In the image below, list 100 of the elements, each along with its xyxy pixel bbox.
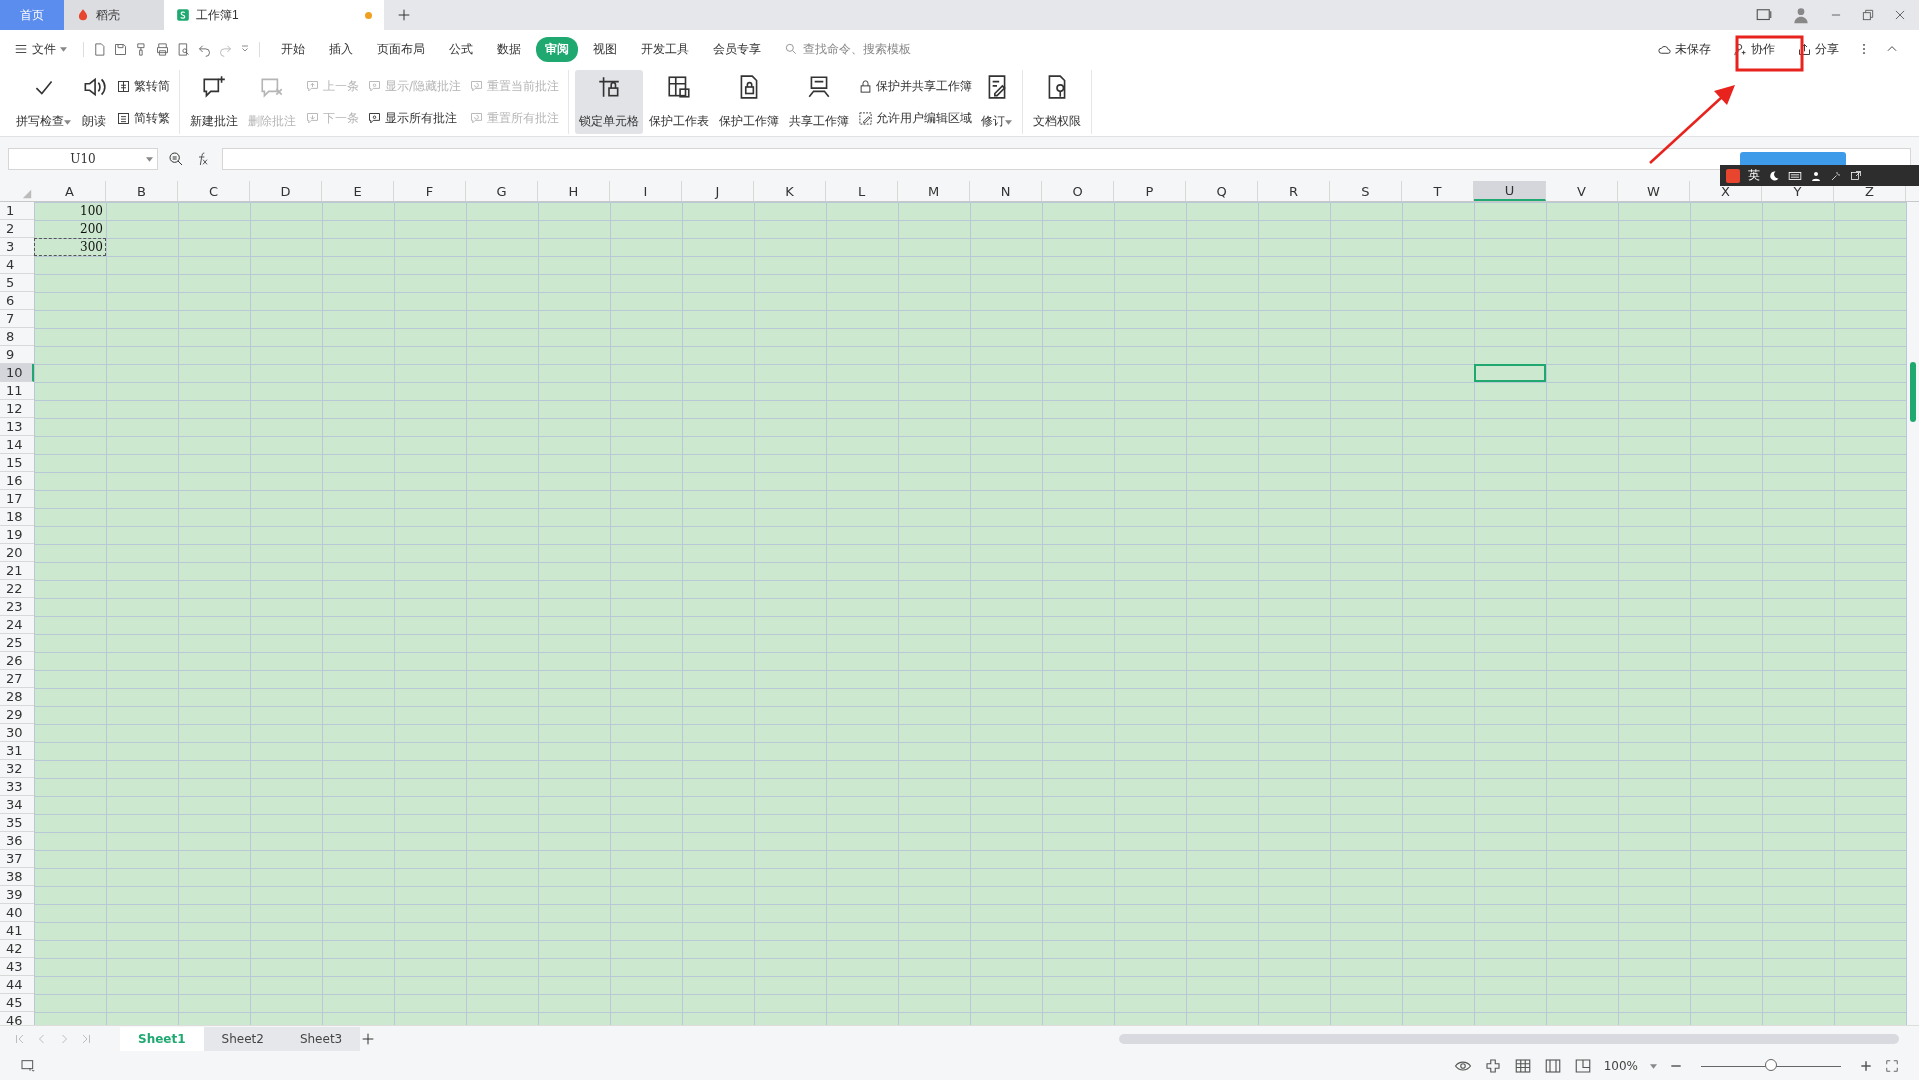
row-header[interactable]: 43: [0, 958, 34, 976]
column-header[interactable]: Q: [1186, 181, 1258, 201]
row-header[interactable]: 45: [0, 994, 34, 1012]
ribbon-tab[interactable]: 会员专享: [704, 36, 770, 62]
row-header[interactable]: 36: [0, 832, 34, 850]
ribbon-button[interactable]: 保护工作表: [645, 70, 714, 134]
row-header[interactable]: 20: [0, 544, 34, 562]
ribbon-button[interactable]: 共享工作簿: [785, 70, 854, 134]
name-box[interactable]: U10: [8, 148, 158, 170]
row-header[interactable]: 38: [0, 868, 34, 886]
moon-icon[interactable]: [1768, 169, 1780, 182]
row-header[interactable]: 28: [0, 688, 34, 706]
external-icon[interactable]: [1850, 169, 1862, 182]
row-header[interactable]: 29: [0, 706, 34, 724]
row-header[interactable]: 11: [0, 382, 34, 400]
row-header[interactable]: 24: [0, 616, 34, 634]
horizontal-scrollbar[interactable]: [1119, 1034, 1899, 1044]
floating-button[interactable]: [1740, 152, 1846, 166]
row-header[interactable]: 9: [0, 346, 34, 364]
column-header[interactable]: V: [1546, 181, 1618, 201]
row-header[interactable]: 13: [0, 418, 34, 436]
column-header[interactable]: N: [970, 181, 1042, 201]
row-header[interactable]: 39: [0, 886, 34, 904]
ribbon-tab[interactable]: 开发工具: [632, 36, 698, 62]
column-header[interactable]: K: [754, 181, 826, 201]
row-header[interactable]: 15: [0, 454, 34, 472]
ribbon-button[interactable]: 允许用户编辑区域: [855, 107, 976, 129]
cell-grid[interactable]: 1 100 2 200 3 300 4 5 6 7 8 9 10 11 12 13 14 15 16 17 18 19 20 21 22 23 24 25 26 27 28 29 30 31 32 33 34 35 36 37 38 39 40 41 42 43 44 45 46: [0, 202, 1907, 1025]
row-header[interactable]: 5: [0, 274, 34, 292]
column-header[interactable]: B: [106, 181, 178, 201]
column-header[interactable]: D: [250, 181, 322, 201]
close-icon[interactable]: [1893, 8, 1907, 22]
row-header[interactable]: 1: [0, 202, 34, 220]
ribbon-tab[interactable]: 公式: [440, 36, 482, 62]
cross-icon[interactable]: [1483, 1057, 1502, 1075]
column-header[interactable]: H: [538, 181, 610, 201]
row-header[interactable]: 12: [0, 400, 34, 418]
ribbon-tab[interactable]: 插入: [320, 36, 362, 62]
row-header[interactable]: 32: [0, 760, 34, 778]
zoom-icon[interactable]: [168, 151, 184, 167]
user-icon[interactable]: [1810, 169, 1822, 182]
column-header[interactable]: P: [1114, 181, 1186, 201]
ribbon-button[interactable]: 朗读: [77, 70, 111, 134]
column-header[interactable]: J: [682, 181, 754, 201]
column-header[interactable]: U: [1474, 181, 1546, 201]
row-header[interactable]: 6: [0, 292, 34, 310]
column-header[interactable]: W: [1618, 181, 1690, 201]
search-field[interactable]: 查找命令、搜索模板: [784, 41, 945, 57]
row-header[interactable]: 41: [0, 922, 34, 940]
row-header[interactable]: 27: [0, 670, 34, 688]
wrench-icon[interactable]: [1830, 169, 1842, 182]
column-header[interactable]: E: [322, 181, 394, 201]
row-header[interactable]: 10: [0, 364, 34, 382]
row-header[interactable]: 18: [0, 508, 34, 526]
print-preview-icon[interactable]: [176, 41, 191, 57]
new-tab-icon[interactable]: [396, 7, 412, 23]
sheet-tab[interactable]: Sheet2: [203, 1027, 282, 1051]
row-header[interactable]: 2: [0, 220, 34, 238]
page-break-icon[interactable]: [1573, 1057, 1592, 1075]
ribbon-button[interactable]: 保护工作簿: [715, 70, 784, 134]
row-header[interactable]: 23: [0, 598, 34, 616]
row-header[interactable]: 40: [0, 904, 34, 922]
print-icon[interactable]: [155, 41, 170, 57]
ribbon-button[interactable]: 修订: [977, 70, 1017, 134]
ribbon-button[interactable]: 保护并共享工作簿: [855, 75, 976, 97]
row-header[interactable]: 44: [0, 976, 34, 994]
ribbon-button[interactable]: 锁定单元格: [575, 70, 644, 134]
ribbon-tab[interactable]: 数据: [488, 36, 530, 62]
row-header[interactable]: 26: [0, 652, 34, 670]
row-header[interactable]: 42: [0, 940, 34, 958]
ime-mode[interactable]: 英: [1748, 167, 1760, 184]
column-header[interactable]: C: [178, 181, 250, 201]
row-header[interactable]: 14: [0, 436, 34, 454]
row-header[interactable]: 7: [0, 310, 34, 328]
app-tab[interactable]: 稻壳: [64, 0, 164, 30]
ribbon-button[interactable]: 文档权限: [1029, 70, 1086, 134]
column-header[interactable]: M: [898, 181, 970, 201]
file-menu[interactable]: 文件: [10, 36, 71, 62]
collaborate-button[interactable]: 协作: [1729, 38, 1779, 60]
ime-logo-icon[interactable]: [1726, 168, 1740, 183]
formula-field[interactable]: [222, 148, 1911, 170]
scrollbar-thumb[interactable]: [1910, 362, 1916, 422]
row-header[interactable]: 33: [0, 778, 34, 796]
row-header[interactable]: 21: [0, 562, 34, 580]
column-header[interactable]: F: [394, 181, 466, 201]
zoom-level[interactable]: 100%: [1603, 1059, 1638, 1073]
row-header[interactable]: 46: [0, 1012, 34, 1025]
row-header[interactable]: 16: [0, 472, 34, 490]
slider-thumb[interactable]: [1765, 1059, 1777, 1071]
row-header[interactable]: 34: [0, 796, 34, 814]
row-header[interactable]: 4: [0, 256, 34, 274]
row-header[interactable]: 8: [0, 328, 34, 346]
row-header[interactable]: 3: [0, 238, 34, 256]
save-status[interactable]: 未保存: [1653, 38, 1715, 60]
column-header[interactable]: I: [610, 181, 682, 201]
save-icon[interactable]: [113, 41, 128, 57]
column-header[interactable]: L: [826, 181, 898, 201]
row-header[interactable]: 19: [0, 526, 34, 544]
ribbon-button[interactable]: 简转繁: [113, 107, 173, 129]
column-header[interactable]: S: [1330, 181, 1402, 201]
